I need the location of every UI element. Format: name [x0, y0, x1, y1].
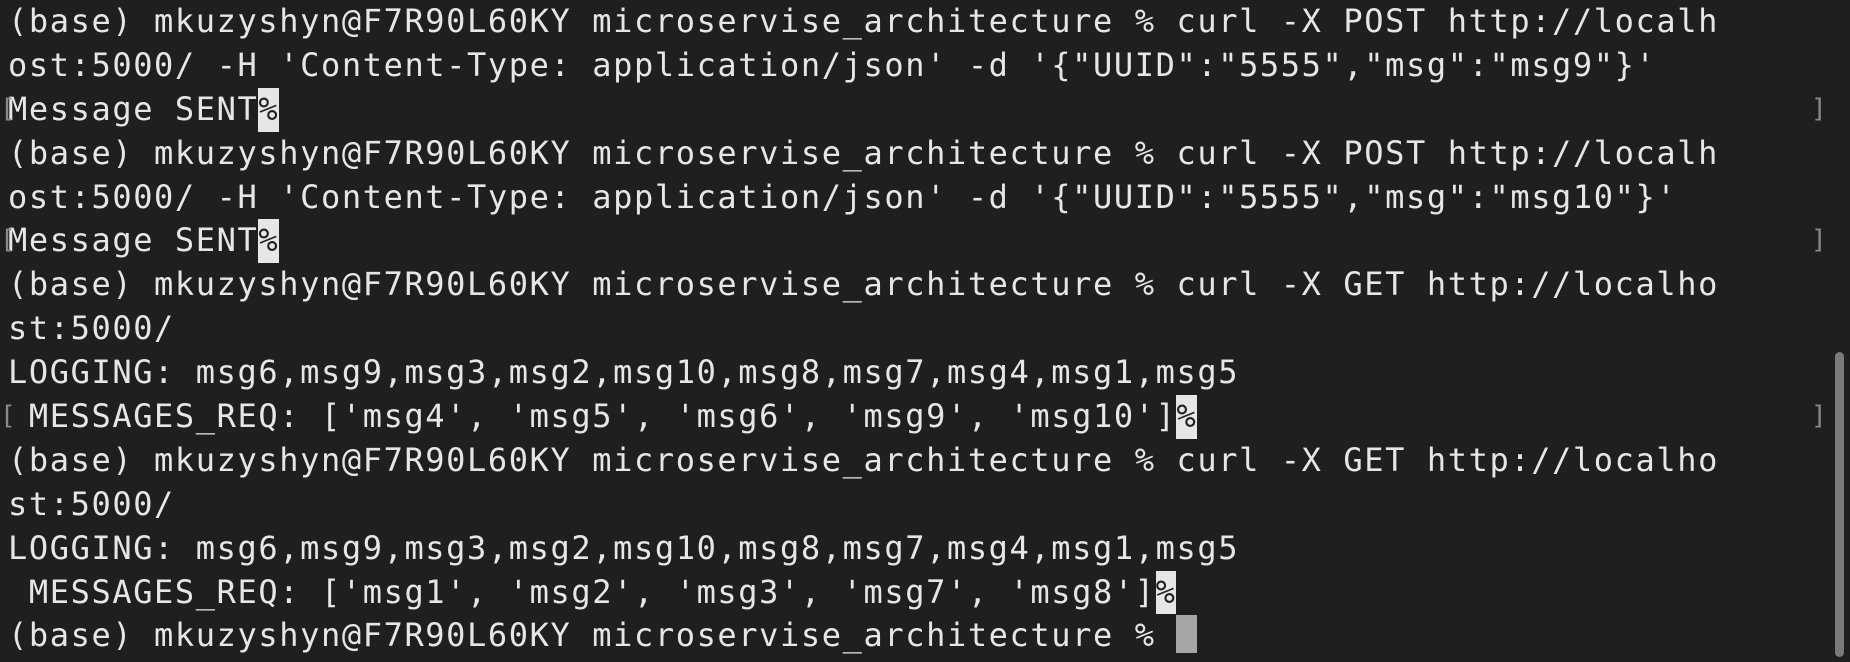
terminal-line: LOGGING: msg6,msg9,msg3,msg2,msg10,msg8,…	[8, 351, 1850, 395]
mark-bracket-left: [	[0, 225, 18, 256]
terminal-line: (base) mkuzyshyn@F7R90L60KY microservise…	[8, 439, 1850, 483]
terminal-line: [Message SENT%]	[0, 87, 1850, 132]
output-line: Message SENT	[8, 221, 259, 260]
mark-bracket-right: ]	[1811, 225, 1829, 256]
terminal-line: [Message SENT%]	[0, 219, 1850, 264]
terminal-line: (base) mkuzyshyn@F7R90L60KY microservise…	[8, 0, 1850, 44]
mark-bracket-left: [	[0, 93, 18, 124]
scrollbar-thumb[interactable]	[1835, 352, 1844, 657]
mark-bracket-left: [	[0, 401, 18, 432]
terminal-line[interactable]: (base) mkuzyshyn@F7R90L60KY microservise…	[8, 614, 1850, 658]
terminal-window[interactable]: (base) mkuzyshyn@F7R90L60KY microservise…	[0, 0, 1850, 662]
terminal-line: (base) mkuzyshyn@F7R90L60KY microservise…	[8, 132, 1850, 176]
terminal-line: st:5000/	[8, 307, 1850, 351]
terminal-line: ost:5000/ -H 'Content-Type: application/…	[8, 44, 1850, 88]
output-line: MESSAGES_REQ: ['msg4', 'msg5', 'msg6', '…	[8, 397, 1177, 436]
output-line: LOGGING: msg6,msg9,msg3,msg2,msg10,msg8,…	[8, 528, 1240, 567]
command-prompt-line: (base) mkuzyshyn@F7R90L60KY microservise…	[8, 265, 1719, 304]
command-prompt-line: (base) mkuzyshyn@F7R90L60KY microservise…	[8, 133, 1719, 172]
terminal-line: [ MESSAGES_REQ: ['msg4', 'msg5', 'msg6',…	[0, 395, 1850, 439]
command-prompt-line: (base) mkuzyshyn@F7R90L60KY microservise…	[8, 440, 1719, 479]
no-newline-marker: %	[258, 87, 280, 132]
no-newline-marker: %	[258, 219, 280, 264]
command-continuation-line: ost:5000/ -H 'Content-Type: application/…	[8, 45, 1657, 84]
command-continuation-line: ost:5000/ -H 'Content-Type: application/…	[8, 177, 1678, 216]
mark-bracket-right: ]	[1811, 401, 1829, 432]
no-newline-marker: %	[1176, 395, 1198, 439]
terminal-line: st:5000/	[8, 483, 1850, 527]
command-prompt-line: (base) mkuzyshyn@F7R90L60KY microservise…	[8, 2, 1719, 40]
terminal-line: LOGGING: msg6,msg9,msg3,msg2,msg10,msg8,…	[8, 527, 1850, 571]
command-continuation-line: st:5000/	[8, 309, 175, 348]
terminal-line: (base) mkuzyshyn@F7R90L60KY microservise…	[8, 263, 1850, 307]
no-newline-marker: %	[1155, 570, 1177, 615]
output-line: LOGGING: msg6,msg9,msg3,msg2,msg10,msg8,…	[8, 353, 1240, 392]
active-prompt: (base) mkuzyshyn@F7R90L60KY microservise…	[8, 616, 1177, 655]
command-continuation-line: st:5000/	[8, 484, 175, 523]
mark-bracket-right: ]	[1811, 93, 1829, 124]
terminal-line: MESSAGES_REQ: ['msg1', 'msg2', 'msg3', '…	[8, 570, 1850, 615]
output-line: Message SENT	[8, 89, 259, 128]
text-cursor	[1176, 615, 1198, 654]
output-line: MESSAGES_REQ: ['msg1', 'msg2', 'msg3', '…	[8, 572, 1156, 611]
scrollbar[interactable]	[1828, 0, 1850, 662]
terminal-output: (base) mkuzyshyn@F7R90L60KY microservise…	[0, 0, 1850, 658]
terminal-line: ost:5000/ -H 'Content-Type: application/…	[8, 176, 1850, 220]
